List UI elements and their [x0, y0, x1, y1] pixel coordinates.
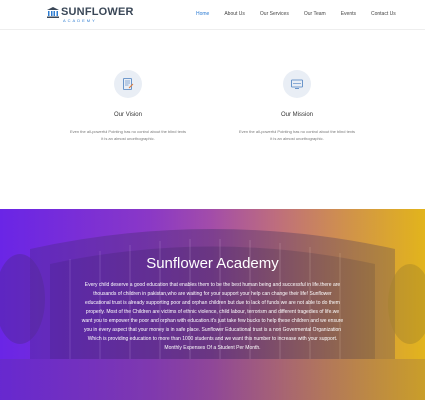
vision-text-line-1: Even the all-powerful Pointing has no co…: [69, 129, 187, 134]
main-nav: Home About Us Our Services Our Team Even…: [196, 11, 411, 17]
mission-text-line-2: it is an almost unorthographic.: [270, 136, 324, 141]
hero-section: Sunflower Academy Every child deserve a …: [0, 209, 425, 400]
nav-home[interactable]: Home: [196, 11, 209, 17]
mission-card: Our Mission Even the all-powerful Pointi…: [212, 70, 382, 142]
hero-title: Sunflower Academy: [146, 255, 279, 272]
nav-our-team[interactable]: Our Team: [304, 11, 326, 17]
nav-about-us[interactable]: About Us: [224, 11, 245, 17]
hero-text: Every child deserve a good education tha…: [81, 282, 344, 351]
nav-contact-us[interactable]: Contact Us: [371, 11, 396, 17]
document-icon: [123, 78, 134, 90]
brand-subtitle: ACADEMY: [63, 18, 97, 23]
logo[interactable]: SUNFLOWER ACADEMY: [47, 6, 134, 24]
nav-our-services[interactable]: Our Services: [260, 11, 289, 17]
mission-text: Even the all-powerful Pointing has no co…: [212, 128, 382, 142]
vision-title: Our Vision: [114, 112, 142, 118]
mission-text-line-1: Even the all-powerful Pointing has no co…: [238, 129, 356, 134]
mission-icon-circle: [283, 70, 311, 98]
building-logo-icon: [47, 7, 59, 18]
screen-icon: [291, 79, 303, 89]
vision-text: Even the all-powerful Pointing has no co…: [43, 128, 213, 142]
vision-card: Our Vision Even the all-powerful Pointin…: [43, 70, 213, 142]
nav-events[interactable]: Events: [341, 11, 356, 17]
brand-title: SUNFLOWER: [61, 6, 134, 18]
header: SUNFLOWER ACADEMY Home About Us Our Serv…: [0, 0, 425, 30]
vision-icon-circle: [114, 70, 142, 98]
vision-text-line-2: it is an almost unorthographic.: [101, 136, 155, 141]
mission-title: Our Mission: [280, 112, 313, 118]
